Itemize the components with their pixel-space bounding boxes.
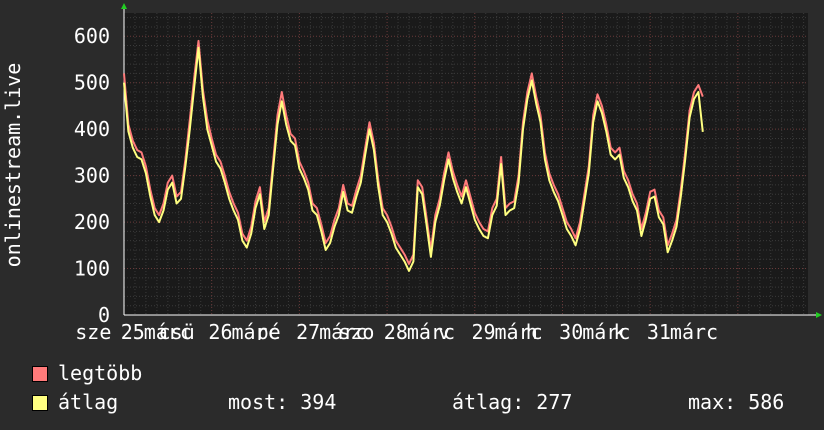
x-tick-label: 31 — [647, 320, 671, 340]
legend-avg-swatch — [32, 395, 48, 411]
y-tick-label: 600 — [74, 24, 110, 48]
x-axis-arrow — [816, 312, 822, 318]
x-tick-label: 25 — [121, 320, 145, 340]
legend-avg-label: átlag — [58, 390, 119, 414]
y-tick-label: 300 — [74, 164, 110, 188]
x-tick-label: szo — [338, 320, 374, 340]
x-tick-label: 29 — [471, 320, 495, 340]
x-tick-label: k — [613, 320, 625, 340]
line-chart: 0100200300400500600 sze 25márccsü 26márcpé… — [1, 3, 822, 340]
x-tick-label: 26 — [208, 320, 232, 340]
legend-max-label: legtöbb — [58, 361, 143, 385]
x-tick-label: 28 — [384, 320, 408, 340]
stat-average: átlag: 277 — [452, 390, 573, 414]
x-tick-label: márc — [670, 320, 718, 340]
legend-max-swatch — [32, 366, 48, 382]
y-tick-label: 100 — [74, 257, 110, 281]
y-tick-labels: 0100200300400500600 — [74, 24, 110, 327]
x-tick-label: h — [526, 320, 538, 340]
stat-now: most: 394 — [228, 390, 337, 414]
stat-max: max: 586 — [688, 390, 785, 414]
x-tick-label: csü — [159, 320, 195, 340]
x-tick-label: 27 — [296, 320, 320, 340]
x-tick-label: v — [438, 320, 450, 340]
y-tick-label: 500 — [74, 71, 110, 95]
y-axis-arrow — [121, 3, 127, 9]
y-tick-label: 400 — [74, 117, 110, 141]
x-tick-label: pé — [257, 320, 281, 340]
x-tick-label: sze — [75, 320, 111, 340]
x-tick-labels: sze 25márccsü 26márcpé 27márcszo 28márcv 29má… — [75, 320, 718, 340]
x-tick-label: 30 — [559, 320, 583, 340]
y-axis-label: onlinestream.live — [1, 63, 25, 268]
y-tick-label: 200 — [74, 210, 110, 234]
